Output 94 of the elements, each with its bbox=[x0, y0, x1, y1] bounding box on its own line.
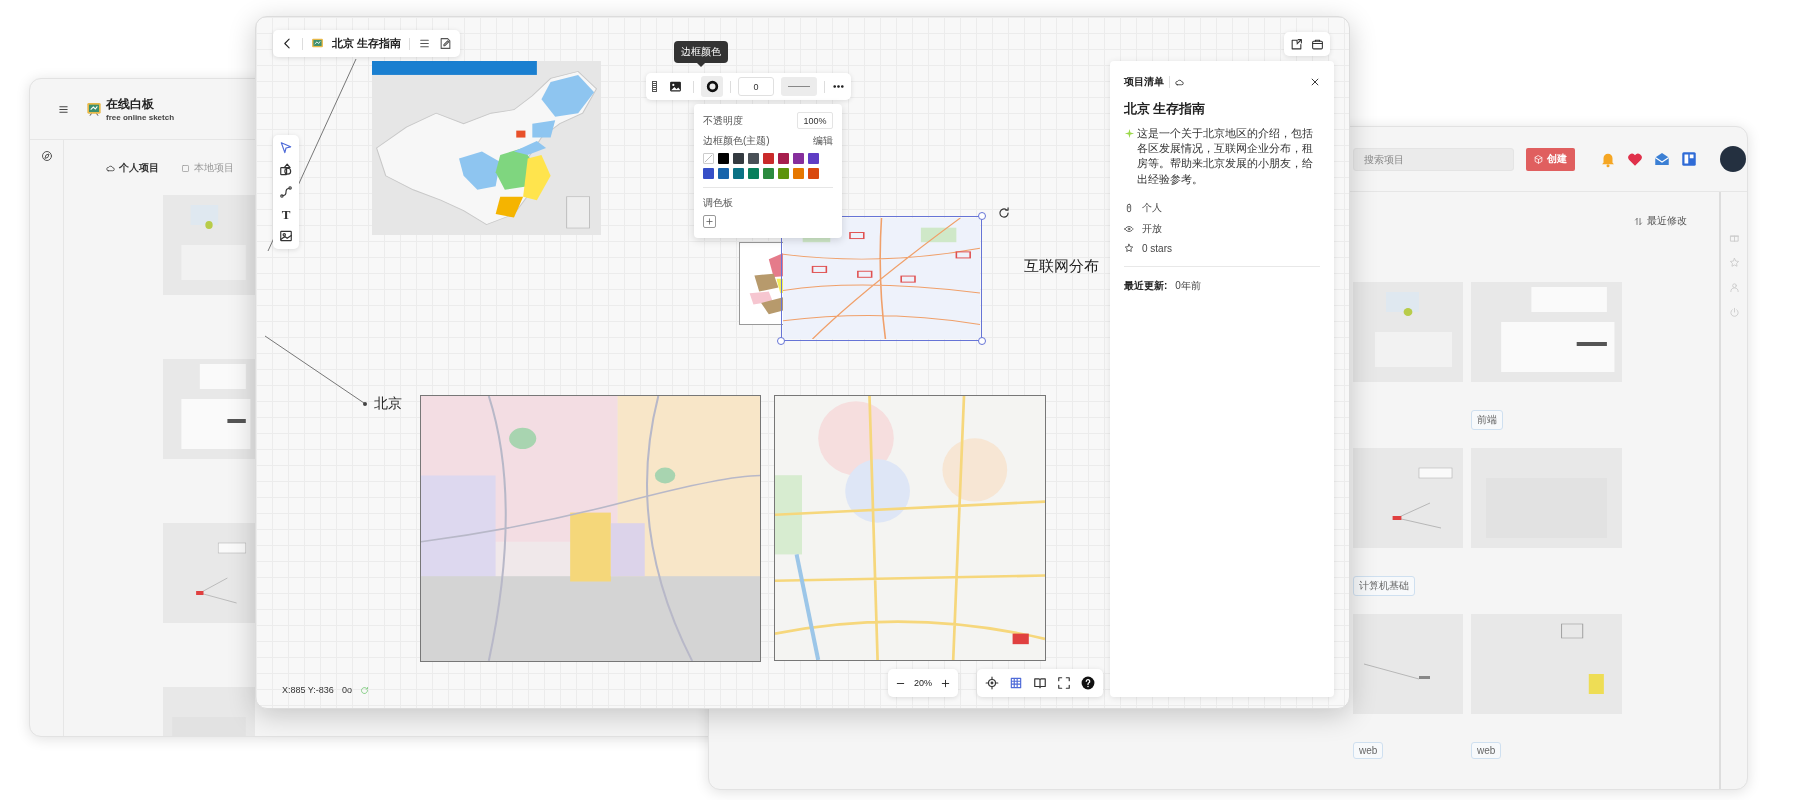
line-style-button[interactable] bbox=[781, 77, 817, 96]
opacity-field[interactable]: 100% bbox=[797, 112, 833, 129]
logo-icon bbox=[86, 101, 102, 117]
star-icon[interactable] bbox=[1728, 257, 1740, 268]
mail-icon[interactable] bbox=[1653, 150, 1671, 168]
stroke-color-button[interactable] bbox=[701, 76, 723, 97]
avatar[interactable] bbox=[1720, 146, 1746, 172]
compass-icon[interactable] bbox=[40, 150, 53, 162]
color-swatch[interactable] bbox=[703, 168, 714, 179]
stroke-width-field[interactable]: 0 bbox=[738, 77, 774, 96]
palette-label: 调色板 bbox=[703, 196, 734, 210]
zoom-in-icon[interactable] bbox=[940, 677, 951, 689]
canvas-text: 互联网分布 bbox=[1024, 257, 1099, 276]
grid-button[interactable] bbox=[1008, 675, 1024, 691]
cloud-icon bbox=[1175, 77, 1184, 87]
connector-tool[interactable] bbox=[277, 184, 295, 200]
lock-icon bbox=[1124, 202, 1134, 213]
stroke-ring-icon bbox=[705, 80, 719, 93]
image-icon bbox=[668, 80, 682, 93]
color-swatch[interactable] bbox=[778, 153, 789, 164]
project-description: 这是一个关于北京地区的介绍，包括各区发展情况，互联网企业分布，租房等。帮助来北京发展的小朋友，给出经验参考。 bbox=[1137, 126, 1314, 187]
updated-label: 最近更新: bbox=[1124, 278, 1168, 293]
color-swatch[interactable] bbox=[763, 168, 774, 179]
tag: web bbox=[1353, 742, 1384, 759]
updated-value: 0年前 bbox=[1175, 278, 1201, 293]
pointer-icon bbox=[279, 141, 293, 155]
color-swatch[interactable] bbox=[718, 153, 729, 164]
color-swatch[interactable] bbox=[748, 168, 759, 179]
book-button[interactable] bbox=[1032, 675, 1048, 691]
tag: web bbox=[1471, 742, 1502, 759]
canvas-text: 北京 bbox=[374, 395, 402, 413]
eye-icon bbox=[1124, 223, 1134, 234]
tag: 计算机基础 bbox=[1353, 576, 1415, 596]
book-icon[interactable] bbox=[1680, 150, 1698, 168]
image-icon bbox=[279, 229, 293, 243]
color-swatch[interactable] bbox=[748, 153, 759, 164]
sparkle-icon bbox=[1124, 128, 1135, 139]
app-tagline: free online sketch bbox=[106, 113, 175, 122]
logo-icon bbox=[311, 37, 324, 50]
rotation-readout: 0o bbox=[341, 685, 352, 695]
plus-icon bbox=[705, 217, 714, 226]
image-tool[interactable] bbox=[277, 228, 295, 244]
color-swatch[interactable] bbox=[763, 153, 774, 164]
color-swatch[interactable] bbox=[793, 153, 804, 164]
locate-icon bbox=[985, 676, 999, 690]
no-color-swatch[interactable] bbox=[703, 153, 714, 164]
meta-text: 0 stars bbox=[1142, 242, 1172, 254]
zoom-level: 20% bbox=[914, 678, 932, 688]
drag-handle[interactable] bbox=[652, 81, 657, 92]
text-tool[interactable]: T bbox=[277, 206, 295, 222]
document-title: 北京 生存指南 bbox=[332, 36, 402, 51]
color-swatch[interactable] bbox=[778, 168, 789, 179]
meta-text: 开放 bbox=[1142, 221, 1162, 236]
color-swatch[interactable] bbox=[808, 153, 819, 164]
cloud-icon bbox=[106, 163, 115, 173]
sync-icon bbox=[359, 685, 369, 695]
connector-icon bbox=[279, 185, 293, 199]
locate-button[interactable] bbox=[984, 675, 1000, 691]
create-button[interactable]: 创建 bbox=[1526, 147, 1575, 171]
grid-icon bbox=[1009, 676, 1023, 690]
sort-label[interactable]: 最近修改 bbox=[1647, 214, 1687, 228]
help-icon bbox=[1081, 676, 1095, 690]
rotate-icon[interactable] bbox=[997, 206, 1011, 220]
star-icon bbox=[1124, 243, 1134, 254]
panel-header: 项目清单 bbox=[1124, 75, 1164, 89]
menu-icon bbox=[57, 103, 69, 115]
edit-icon[interactable] bbox=[439, 37, 453, 50]
cursor-coordinates: X:885 Y:-836 bbox=[282, 685, 334, 695]
tag: 前端 bbox=[1471, 410, 1503, 430]
meta-text: 个人 bbox=[1142, 200, 1162, 215]
list-icon[interactable] bbox=[418, 37, 432, 50]
edit-link[interactable]: 编辑 bbox=[813, 134, 833, 148]
opacity-label: 不透明度 bbox=[703, 113, 743, 128]
shapes-icon bbox=[279, 163, 293, 177]
color-swatch[interactable] bbox=[808, 168, 819, 179]
app-name: 在线白板 bbox=[106, 96, 155, 113]
color-swatch[interactable] bbox=[733, 168, 744, 179]
search-field[interactable]: 搜索项目 bbox=[1353, 147, 1514, 171]
sort-icon[interactable] bbox=[1634, 216, 1643, 226]
color-swatch[interactable] bbox=[733, 153, 744, 164]
cube-icon bbox=[1534, 154, 1543, 164]
project-title: 北京 生存指南 bbox=[1124, 101, 1207, 118]
help-button[interactable] bbox=[1080, 675, 1096, 691]
book-icon bbox=[1033, 676, 1047, 690]
export-icon[interactable] bbox=[1290, 37, 1303, 51]
square-icon bbox=[181, 163, 190, 173]
add-color-button[interactable] bbox=[703, 215, 716, 228]
close-icon[interactable] bbox=[1310, 77, 1320, 87]
color-swatch[interactable] bbox=[718, 168, 729, 179]
fullscreen-button[interactable] bbox=[1056, 675, 1072, 691]
theme-colors-label: 边框颜色(主题) bbox=[703, 134, 770, 148]
color-swatch[interactable] bbox=[793, 168, 804, 179]
project-tab[interactable]: 个人项目 bbox=[106, 161, 159, 175]
fullscreen-icon bbox=[1057, 676, 1071, 690]
